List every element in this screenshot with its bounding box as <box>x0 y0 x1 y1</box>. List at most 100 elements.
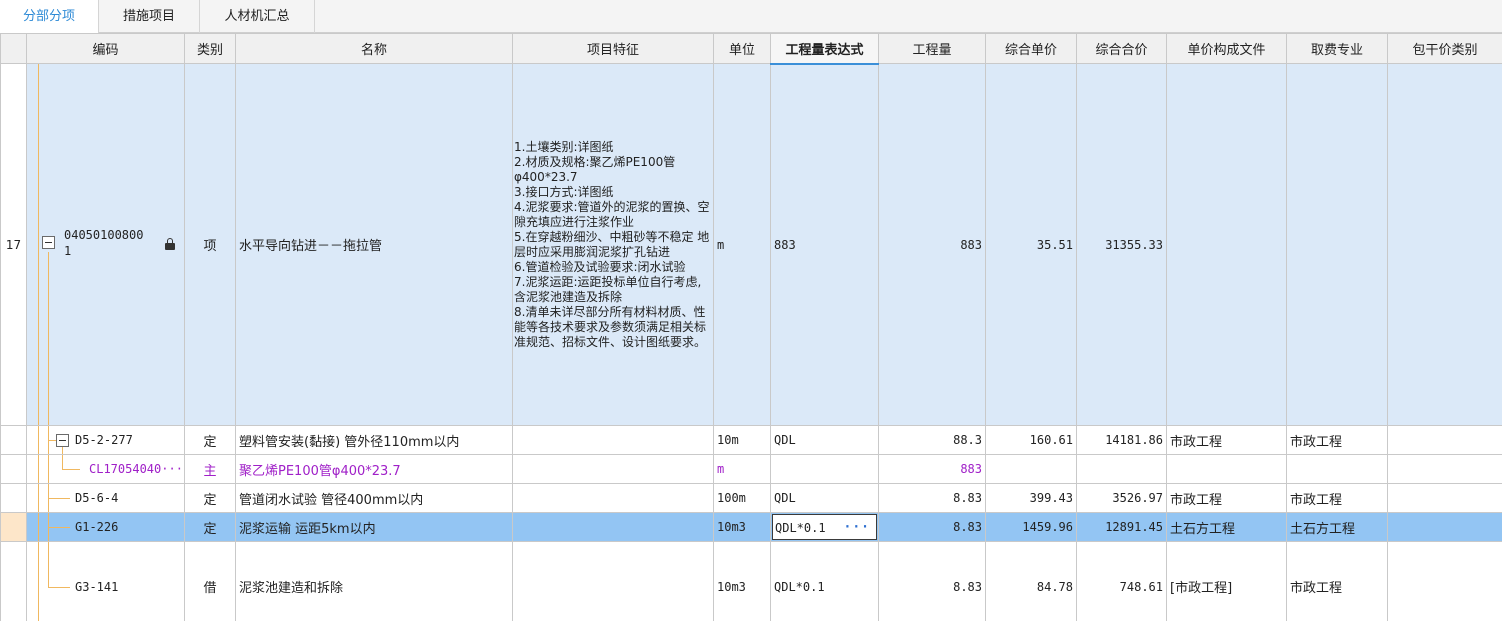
ellipsis-icon[interactable]: ··· <box>844 515 870 541</box>
header-total-price[interactable]: 综合合价 <box>1076 33 1167 64</box>
lump-sum-cell[interactable] <box>1387 454 1502 484</box>
expr-cell[interactable]: 883 <box>770 63 879 426</box>
row-number[interactable] <box>0 483 27 513</box>
name-cell[interactable]: 水平导向钻进－－拖拉管 <box>235 63 513 426</box>
qty-cell[interactable]: 8.83 <box>878 541 986 621</box>
table-row[interactable]: D5-2-277 定 塑料管安装(黏接) 管外径110mm以内 10m QDL … <box>0 425 1502 455</box>
fee-type-cell[interactable]: 土石方工程 <box>1286 512 1388 542</box>
expr-cell[interactable]: QDL <box>770 483 879 513</box>
header-code[interactable]: 编码 <box>26 33 185 64</box>
type-cell[interactable]: 主 <box>184 454 236 484</box>
name-cell[interactable]: 聚乙烯PE100管φ400*23.7 <box>235 454 513 484</box>
row-number[interactable] <box>0 512 27 542</box>
header-lump-sum-type[interactable]: 包干价类别 <box>1387 33 1502 64</box>
total-cell[interactable]: 14181.86 <box>1076 425 1167 455</box>
code-cell[interactable]: 04050100800 1 <box>26 63 185 426</box>
price-file-cell[interactable] <box>1166 63 1287 426</box>
total-cell[interactable]: 748.61 <box>1076 541 1167 621</box>
type-cell[interactable]: 项 <box>184 63 236 426</box>
qty-cell[interactable]: 8.83 <box>878 512 986 542</box>
unit-price-cell[interactable]: 1459.96 <box>985 512 1077 542</box>
header-unit-price[interactable]: 综合单价 <box>985 33 1077 64</box>
unit-cell[interactable]: m <box>713 454 771 484</box>
expr-cell[interactable]: QDL*0.1 <box>770 541 879 621</box>
lump-sum-cell[interactable] <box>1387 541 1502 621</box>
total-cell[interactable] <box>1076 454 1167 484</box>
unit-price-cell[interactable]: 399.43 <box>985 483 1077 513</box>
header-quantity[interactable]: 工程量 <box>878 33 986 64</box>
fee-type-cell[interactable] <box>1286 454 1388 484</box>
total-cell[interactable]: 12891.45 <box>1076 512 1167 542</box>
quantity-expression-input[interactable]: QDL*0.1 ··· <box>772 514 877 540</box>
unit-cell[interactable]: 100m <box>713 483 771 513</box>
price-file-cell[interactable]: 市政工程 <box>1166 425 1287 455</box>
qty-cell[interactable]: 883 <box>878 63 986 426</box>
qty-cell[interactable]: 883 <box>878 454 986 484</box>
table-row[interactable]: G3-141 借 泥浆池建造和拆除 10m3 QDL*0.1 8.83 84.7… <box>0 541 1502 621</box>
price-file-cell[interactable]: [市政工程] <box>1166 541 1287 621</box>
unit-price-cell[interactable]: 160.61 <box>985 425 1077 455</box>
collapse-minus-icon[interactable] <box>42 236 55 249</box>
qty-cell[interactable]: 8.83 <box>878 483 986 513</box>
type-cell[interactable]: 借 <box>184 541 236 621</box>
qty-cell[interactable]: 88.3 <box>878 425 986 455</box>
unit-cell[interactable]: 10m <box>713 425 771 455</box>
name-cell[interactable]: 泥浆运输 运距5km以内 <box>235 512 513 542</box>
header-price-file[interactable]: 单价构成文件 <box>1166 33 1287 64</box>
type-cell[interactable]: 定 <box>184 512 236 542</box>
header-corner[interactable] <box>0 33 27 64</box>
name-cell[interactable]: 塑料管安装(黏接) 管外径110mm以内 <box>235 425 513 455</box>
tab-fenbu-fenxiang[interactable]: 分部分项 <box>0 0 99 34</box>
unit-cell[interactable]: 10m3 <box>713 541 771 621</box>
code-cell[interactable]: G3-141 <box>26 541 185 621</box>
header-type[interactable]: 类别 <box>184 33 236 64</box>
header-features[interactable]: 项目特征 <box>512 33 714 64</box>
expr-cell[interactable] <box>770 454 879 484</box>
code-cell[interactable]: D5-6-4 <box>26 483 185 513</box>
lump-sum-cell[interactable] <box>1387 63 1502 426</box>
row-number[interactable] <box>0 454 27 484</box>
lump-sum-cell[interactable] <box>1387 483 1502 513</box>
name-cell[interactable]: 泥浆池建造和拆除 <box>235 541 513 621</box>
type-cell[interactable]: 定 <box>184 425 236 455</box>
features-cell[interactable] <box>512 512 714 542</box>
unit-price-cell[interactable]: 35.51 <box>985 63 1077 426</box>
price-file-cell[interactable] <box>1166 454 1287 484</box>
lump-sum-cell[interactable] <box>1387 425 1502 455</box>
collapse-minus-icon[interactable] <box>56 434 69 447</box>
type-cell[interactable]: 定 <box>184 483 236 513</box>
fee-type-cell[interactable] <box>1286 63 1388 426</box>
header-name[interactable]: 名称 <box>235 33 513 64</box>
total-cell[interactable]: 31355.33 <box>1076 63 1167 426</box>
row-number[interactable]: 17 <box>0 63 27 426</box>
table-row[interactable]: CL17054040··· 主 聚乙烯PE100管φ400*23.7 m 883 <box>0 454 1502 484</box>
tab-rencaiji-huizong[interactable]: 人材机汇总 <box>200 0 315 33</box>
table-row[interactable]: G1-226 定 泥浆运输 运距5km以内 10m3 QDL*0.1 ··· 8… <box>0 512 1502 542</box>
header-quantity-expression[interactable]: 工程量表达式 <box>770 33 879 65</box>
row-number[interactable] <box>0 425 27 455</box>
unit-cell[interactable]: m <box>713 63 771 426</box>
total-cell[interactable]: 3526.97 <box>1076 483 1167 513</box>
expr-cell[interactable]: QDL <box>770 425 879 455</box>
header-unit[interactable]: 单位 <box>713 33 771 64</box>
fee-type-cell[interactable]: 市政工程 <box>1286 425 1388 455</box>
price-file-cell[interactable]: 市政工程 <box>1166 483 1287 513</box>
name-cell[interactable]: 管道闭水试验 管径400mm以内 <box>235 483 513 513</box>
features-cell[interactable]: 1.土壤类别:详图纸 2.材质及规格:聚乙烯PE100管φ400*23.7 3.… <box>512 63 714 426</box>
unit-price-cell[interactable]: 84.78 <box>985 541 1077 621</box>
unit-cell[interactable]: 10m3 <box>713 512 771 542</box>
price-file-cell[interactable]: 土石方工程 <box>1166 512 1287 542</box>
expr-cell-editing[interactable]: QDL*0.1 ··· <box>770 512 879 542</box>
features-cell[interactable] <box>512 454 714 484</box>
header-fee-type[interactable]: 取费专业 <box>1286 33 1388 64</box>
features-cell[interactable] <box>512 541 714 621</box>
table-row[interactable]: 17 04050100800 1 项 水平导向钻进－－拖拉管 1.土壤类别:详图… <box>0 63 1502 426</box>
tab-cuoshi-xiangmu[interactable]: 措施项目 <box>99 0 200 33</box>
table-row[interactable]: D5-6-4 定 管道闭水试验 管径400mm以内 100m QDL 8.83 … <box>0 483 1502 513</box>
code-cell[interactable]: CL17054040··· <box>26 454 185 484</box>
code-cell[interactable]: G1-226 <box>26 512 185 542</box>
row-number[interactable] <box>0 541 27 621</box>
code-cell[interactable]: D5-2-277 <box>26 425 185 455</box>
features-cell[interactable] <box>512 483 714 513</box>
unit-price-cell[interactable] <box>985 454 1077 484</box>
